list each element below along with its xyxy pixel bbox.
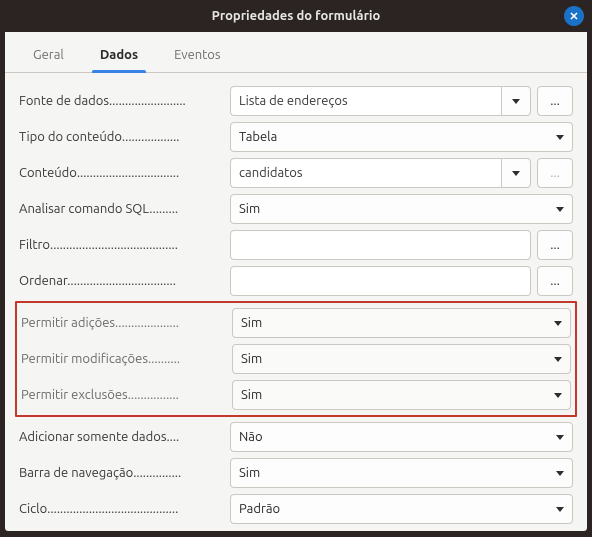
- allow-deletions-select[interactable]: Sim: [232, 380, 571, 410]
- label-allow-additions: Permitir adições....................: [21, 316, 226, 330]
- chevron-down-icon: [554, 357, 562, 362]
- label-data-only: Adicionar somente dados....: [19, 430, 224, 444]
- chevron-down-icon: [556, 135, 564, 140]
- row-navbar: Barra de navegação............... Sim: [19, 455, 573, 491]
- content-value[interactable]: candidatos: [230, 158, 501, 188]
- datasource-field[interactable]: Lista de endereços: [230, 86, 531, 116]
- tab-general[interactable]: Geral: [17, 40, 80, 72]
- allow-deletions-value: Sim: [241, 388, 262, 402]
- row-allow-deletions: Permitir exclusões................ Sim: [21, 377, 571, 413]
- close-icon: ✕: [569, 10, 578, 23]
- row-allow-modifications: Permitir modificações.......... Sim: [21, 341, 571, 377]
- content-field[interactable]: candidatos: [230, 158, 531, 188]
- content-browse-button: ...: [537, 158, 573, 188]
- label-allow-modifications: Permitir modificações..........: [21, 352, 226, 366]
- allow-modifications-select[interactable]: Sim: [232, 344, 571, 374]
- datasource-value[interactable]: Lista de endereços: [230, 86, 501, 116]
- row-analyze-sql: Analisar comando SQL......... Sim: [19, 191, 573, 227]
- filter-input[interactable]: [230, 230, 531, 260]
- data-only-select[interactable]: Não: [230, 422, 573, 452]
- chevron-down-icon: [556, 435, 564, 440]
- label-navbar: Barra de navegação...............: [19, 466, 224, 480]
- window-body: Geral Dados Eventos Fonte de dados......…: [5, 32, 587, 531]
- row-filter: Filtro..................................…: [19, 227, 573, 263]
- row-data-only: Adicionar somente dados.... Não: [19, 419, 573, 455]
- chevron-down-icon: [556, 207, 564, 212]
- row-content-type: Tipo do conteúdo.................. Tabel…: [19, 119, 573, 155]
- content-type-value: Tabela: [239, 130, 277, 144]
- datasource-dropdown[interactable]: [501, 86, 531, 116]
- window-title: Propriedades do formulário: [212, 9, 381, 23]
- datasource-browse-button[interactable]: ...: [537, 86, 573, 116]
- tab-bar: Geral Dados Eventos: [5, 32, 587, 73]
- label-sort: Ordenar.................................…: [19, 274, 224, 288]
- chevron-down-icon: [512, 171, 520, 176]
- tab-events[interactable]: Eventos: [158, 40, 236, 72]
- cycle-select[interactable]: Padrão: [230, 494, 573, 524]
- chevron-down-icon: [554, 393, 562, 398]
- filter-browse-button[interactable]: ...: [537, 230, 573, 260]
- row-cycle: Ciclo...................................…: [19, 491, 573, 527]
- data-only-value: Não: [239, 430, 263, 444]
- label-analyze-sql: Analisar comando SQL.........: [19, 202, 224, 216]
- chevron-down-icon: [512, 99, 520, 104]
- allow-additions-value: Sim: [241, 316, 262, 330]
- chevron-down-icon: [556, 507, 564, 512]
- allow-modifications-value: Sim: [241, 352, 262, 366]
- label-filter: Filtro..................................…: [19, 238, 224, 252]
- row-datasource: Fonte de dados........................ L…: [19, 83, 573, 119]
- cycle-value: Padrão: [239, 502, 280, 516]
- sort-input[interactable]: [230, 266, 531, 296]
- chevron-down-icon: [556, 471, 564, 476]
- navbar-select[interactable]: Sim: [230, 458, 573, 488]
- analyze-sql-select[interactable]: Sim: [230, 194, 573, 224]
- label-cycle: Ciclo...................................…: [19, 502, 224, 516]
- highlighted-permissions: Permitir adições.................... Sim…: [15, 301, 577, 417]
- row-content: Conteúdo................................…: [19, 155, 573, 191]
- navbar-value: Sim: [239, 466, 260, 480]
- content-dropdown[interactable]: [501, 158, 531, 188]
- row-sort: Ordenar.................................…: [19, 263, 573, 299]
- label-allow-deletions: Permitir exclusões................: [21, 388, 226, 402]
- sort-browse-button[interactable]: ...: [537, 266, 573, 296]
- content-type-select[interactable]: Tabela: [230, 122, 573, 152]
- form-content: Fonte de dados........................ L…: [5, 73, 587, 537]
- allow-additions-select[interactable]: Sim: [232, 308, 571, 338]
- close-button[interactable]: ✕: [564, 6, 584, 26]
- analyze-sql-value: Sim: [239, 202, 260, 216]
- title-bar: Propriedades do formulário ✕: [0, 0, 592, 32]
- tab-data[interactable]: Dados: [84, 40, 154, 72]
- label-datasource: Fonte de dados........................: [19, 94, 224, 108]
- chevron-down-icon: [554, 321, 562, 326]
- label-content: Conteúdo................................: [19, 166, 224, 180]
- row-allow-additions: Permitir adições.................... Sim: [21, 305, 571, 341]
- label-content-type: Tipo do conteúdo..................: [19, 130, 224, 144]
